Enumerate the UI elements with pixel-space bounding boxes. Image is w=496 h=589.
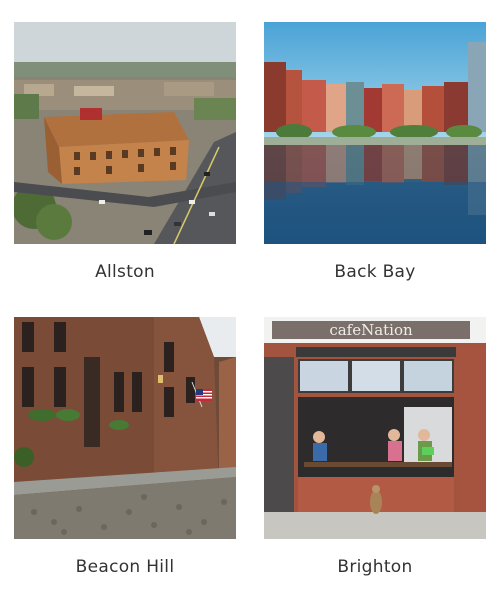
- cafe-sign-text: cafeNation: [329, 321, 413, 339]
- neighborhood-card-allston[interactable]: Allston: [14, 22, 236, 282]
- neighborhood-card-back-bay[interactable]: Back Bay: [264, 22, 486, 282]
- neighborhood-label[interactable]: Allston: [14, 262, 236, 282]
- neighborhood-label[interactable]: Beacon Hill: [14, 557, 236, 577]
- beacon-hill-photo[interactable]: [14, 317, 236, 539]
- neighborhood-grid: Allston Back Bay Beacon Hill cafeNation …: [0, 0, 496, 589]
- neighborhood-card-beacon-hill[interactable]: Beacon Hill: [14, 317, 236, 577]
- neighborhood-label[interactable]: Back Bay: [264, 262, 486, 282]
- brighton-photo[interactable]: cafeNation: [264, 317, 486, 539]
- neighborhood-card-brighton[interactable]: cafeNation Brighton: [264, 317, 486, 577]
- back-bay-photo[interactable]: [264, 22, 486, 244]
- allston-photo[interactable]: [14, 22, 236, 244]
- neighborhood-label[interactable]: Brighton: [264, 557, 486, 577]
